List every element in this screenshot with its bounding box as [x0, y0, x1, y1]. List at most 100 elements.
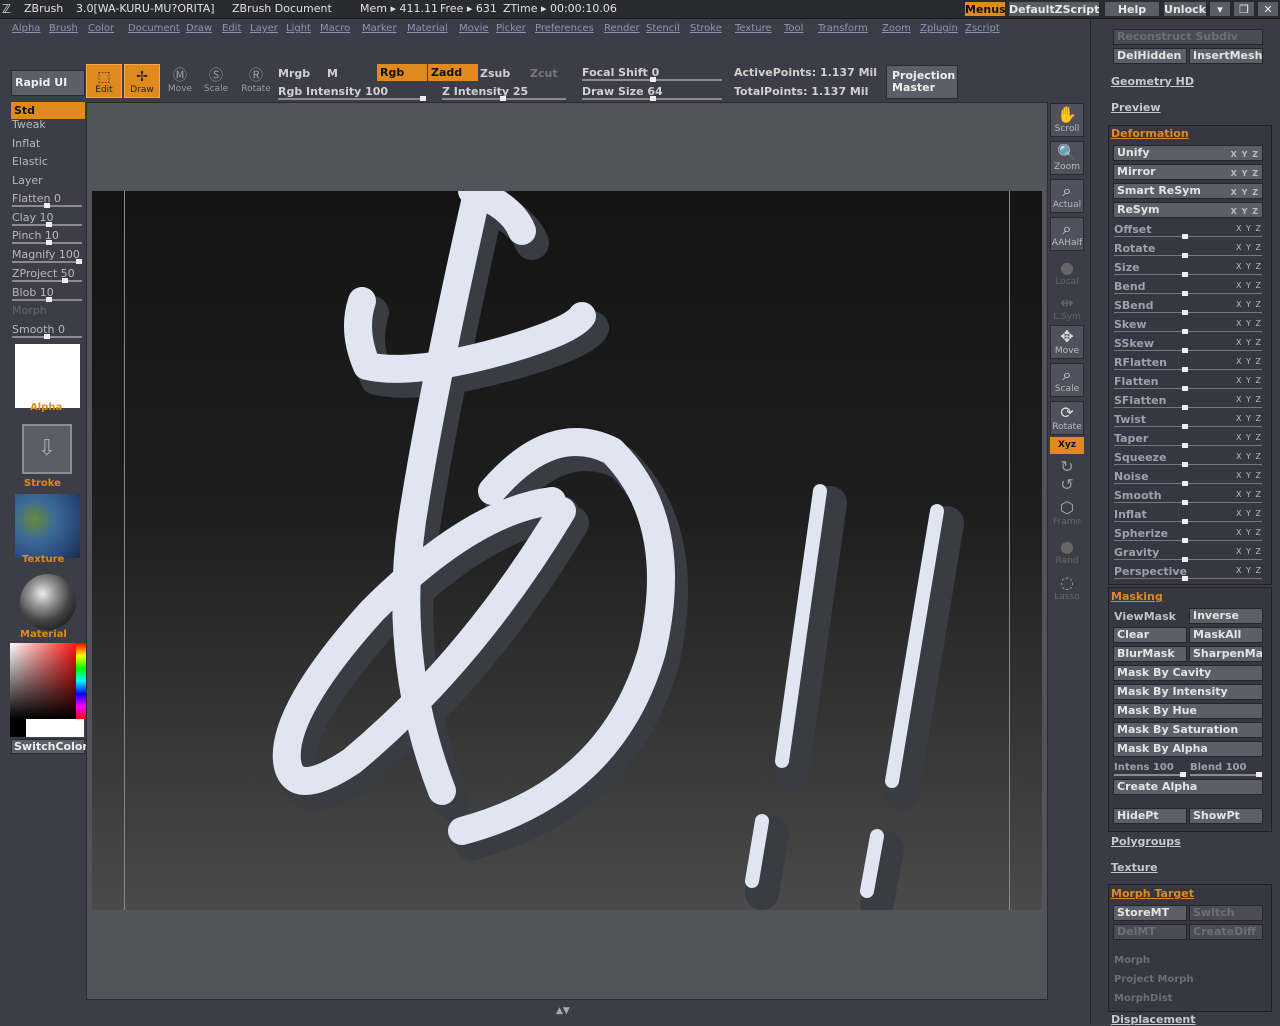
deform-slider-track[interactable]: [1114, 424, 1262, 429]
deform-slider-track[interactable]: [1114, 443, 1262, 448]
sflatten-slider-label[interactable]: SFlatten: [1114, 394, 1166, 407]
menus-button[interactable]: Menus: [964, 1, 1006, 17]
menu-texture[interactable]: Texture: [735, 23, 772, 34]
menu-alpha[interactable]: Alpha: [12, 23, 40, 34]
deform-slider-knob[interactable]: [1182, 348, 1188, 353]
morphdist-slider-label[interactable]: MorphDist: [1114, 993, 1173, 1004]
deform-slider-knob[interactable]: [1182, 310, 1188, 315]
deform-slider-knob[interactable]: [1182, 443, 1188, 448]
smooth-slider[interactable]: [12, 334, 82, 339]
brush-elastic[interactable]: Elastic: [12, 155, 48, 168]
deform-slider-knob[interactable]: [1182, 557, 1188, 562]
restore-icon[interactable]: ❐: [1233, 1, 1255, 17]
preview-section[interactable]: Preview: [1111, 101, 1161, 114]
draw-size-slider[interactable]: [582, 96, 722, 101]
inverse-button[interactable]: Inverse: [1189, 608, 1263, 624]
default-zscript-button[interactable]: DefaultZScript: [1008, 1, 1100, 17]
displacement-section[interactable]: Displacement: [1111, 1013, 1196, 1026]
rapid-ui-button[interactable]: Rapid UI: [11, 70, 85, 96]
menu-draw[interactable]: Draw: [186, 23, 212, 34]
gravity-slider-label[interactable]: Gravity: [1114, 546, 1159, 559]
zproject-slider[interactable]: [12, 278, 82, 283]
clay-slider[interactable]: [12, 222, 82, 227]
perspective-slider-label[interactable]: Perspective: [1114, 565, 1187, 578]
deform-slider-track[interactable]: [1114, 557, 1262, 562]
brush-layer[interactable]: Layer: [12, 174, 43, 187]
actual-button[interactable]: ⌕ Actual: [1050, 179, 1084, 213]
texture-section[interactable]: Texture: [1111, 861, 1158, 874]
reconstruct-subdiv-button[interactable]: Reconstruct Subdiv: [1113, 29, 1263, 45]
draw-button[interactable]: ✢ Draw: [124, 64, 160, 98]
pinch-slider[interactable]: [12, 240, 82, 245]
delhidden-button[interactable]: DelHidden: [1113, 48, 1187, 64]
showpt-button[interactable]: ShowPt: [1189, 808, 1263, 824]
size-slider-label[interactable]: Size: [1114, 261, 1140, 274]
menu-zplugin[interactable]: Zplugin: [920, 23, 958, 34]
sharpenmask-button[interactable]: SharpenMask: [1189, 646, 1263, 662]
sbend-slider-label[interactable]: SBend: [1114, 299, 1153, 312]
menu-edit[interactable]: Edit: [222, 23, 241, 34]
menu-stroke[interactable]: Stroke: [690, 23, 722, 34]
noise-slider-label[interactable]: Noise: [1114, 470, 1149, 483]
deform-slider-xyz[interactable]: X Y Z: [1236, 300, 1262, 309]
projection-master-button[interactable]: Projection Master: [886, 65, 958, 99]
mask-by-intensity-button[interactable]: Mask By Intensity: [1113, 684, 1263, 700]
deform-slider-xyz[interactable]: X Y Z: [1236, 357, 1262, 366]
xyz-toggle[interactable]: Xyz: [1050, 437, 1084, 454]
rotate-z-icon[interactable]: ↺: [1050, 474, 1084, 494]
deform-slider-track[interactable]: [1114, 253, 1262, 258]
magnify-slider[interactable]: [12, 259, 82, 264]
mrgb-button[interactable]: Mrgb: [278, 67, 310, 80]
flatten-deform-slider-label[interactable]: Flatten: [1114, 375, 1159, 388]
deform-slider-xyz[interactable]: X Y Z: [1236, 376, 1262, 385]
insertmesh-button[interactable]: InsertMesh: [1189, 48, 1263, 64]
close-icon[interactable]: ✕: [1257, 1, 1279, 17]
menu-brush[interactable]: Brush: [49, 23, 78, 34]
menu-render[interactable]: Render: [604, 23, 640, 34]
alpha-label[interactable]: Alpha: [30, 402, 62, 413]
deform-slider-track[interactable]: [1114, 500, 1262, 505]
m-button[interactable]: M: [327, 67, 338, 80]
texture-thumbnail[interactable]: [15, 494, 80, 558]
primary-color-swatch[interactable]: [26, 719, 84, 737]
unlock-button[interactable]: Unlock: [1163, 1, 1207, 17]
move-button[interactable]: Ⓜ Move: [162, 64, 198, 98]
creatediff-button[interactable]: CreateDiff: [1189, 924, 1263, 940]
deform-slider-track[interactable]: [1114, 329, 1262, 334]
hidept-button[interactable]: HidePt: [1113, 808, 1187, 824]
scale-button[interactable]: Ⓢ Scale: [198, 64, 234, 98]
zadd-button[interactable]: Zadd: [428, 64, 478, 81]
zoom-button[interactable]: 🔍 Zoom: [1050, 141, 1084, 175]
menu-stencil[interactable]: Stencil: [646, 23, 680, 34]
rotate-view-button[interactable]: ⟳ Rotate: [1050, 401, 1084, 435]
lsym-button[interactable]: ⇹ L.Sym: [1050, 292, 1084, 326]
skew-slider-label[interactable]: Skew: [1114, 318, 1147, 331]
deform-slider-track[interactable]: [1114, 538, 1262, 543]
bend-slider-label[interactable]: Bend: [1114, 280, 1146, 293]
blend-slider-label[interactable]: Blend 100: [1190, 762, 1246, 773]
menu-zscript[interactable]: Zscript: [965, 23, 1000, 34]
aahalf-button[interactable]: ⌕ AAHalf: [1050, 217, 1084, 251]
unify-button[interactable]: Unify X Y Z: [1113, 145, 1263, 161]
maskall-button[interactable]: MaskAll: [1189, 627, 1263, 643]
deform-slider-track[interactable]: [1114, 576, 1262, 581]
hue-strip[interactable]: [76, 643, 86, 719]
deform-slider-knob[interactable]: [1182, 538, 1188, 543]
deform-slider-xyz[interactable]: X Y Z: [1236, 395, 1262, 404]
lasso-button[interactable]: ◌ Lasso: [1050, 572, 1084, 606]
switch-morph-button[interactable]: Switch: [1189, 905, 1263, 921]
deform-slider-knob[interactable]: [1182, 424, 1188, 429]
mask-by-alpha-button[interactable]: Mask By Alpha: [1113, 741, 1263, 757]
rgb-button[interactable]: Rgb: [377, 64, 427, 81]
deform-slider-xyz[interactable]: X Y Z: [1236, 509, 1262, 518]
menu-layer[interactable]: Layer: [250, 23, 278, 34]
menu-transform[interactable]: Transform: [818, 23, 868, 34]
focal-shift-slider[interactable]: [582, 77, 722, 82]
deform-slider-track[interactable]: [1114, 386, 1262, 391]
morph-slider-label[interactable]: Morph: [1114, 955, 1150, 966]
deform-slider-xyz[interactable]: X Y Z: [1236, 281, 1262, 290]
deform-slider-track[interactable]: [1114, 291, 1262, 296]
flatten-slider[interactable]: [12, 203, 82, 208]
menu-document[interactable]: Document: [128, 23, 180, 34]
blob-slider[interactable]: [12, 297, 82, 302]
